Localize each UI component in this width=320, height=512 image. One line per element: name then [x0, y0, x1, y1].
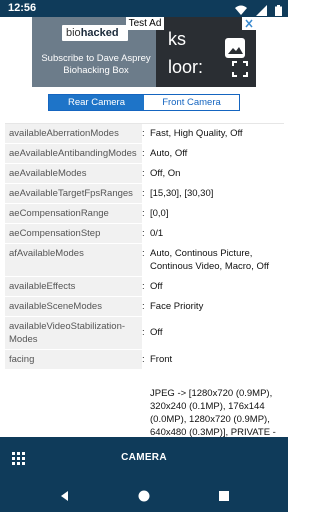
property-value: Fast, High Quality, Off: [150, 128, 243, 139]
property-key: availableAberrationModes: [5, 124, 142, 143]
ad-banner[interactable]: biohacked Subscribe to Dave Asprey Bioha…: [32, 17, 256, 87]
system-nav-bar: [0, 481, 288, 512]
property-value: Face Priority: [150, 301, 204, 312]
battery-icon: [275, 3, 282, 21]
recents-icon[interactable]: [217, 489, 231, 503]
bottom-title: CAMERA: [121, 452, 167, 463]
status-time: 12:56: [8, 2, 37, 14]
property-value: Off, On: [150, 168, 181, 179]
properties-table: availableAberrationModes : Fast, High Qu…: [5, 123, 284, 469]
property-value: Front: [150, 354, 173, 365]
property-value: Auto, Continous Picture, Continous Video…: [150, 248, 269, 272]
property-value: Off: [150, 327, 163, 338]
ad-text: Subscribe to Dave Asprey Biohacking Box: [41, 53, 151, 76]
table-row: aeCompensationRange : [0,0]: [5, 204, 284, 224]
ad-headline: ks loor:: [168, 29, 204, 77]
signal-icon: [255, 3, 267, 21]
back-icon[interactable]: [58, 489, 72, 503]
status-icons: [231, 3, 282, 16]
property-value: [15,30], [30,30]: [150, 188, 214, 199]
image-icon: [224, 37, 246, 59]
status-bar: 12:56: [0, 0, 288, 17]
property-key: availableVideoStabilization-Modes: [5, 317, 142, 349]
bottom-app-bar: CAMERA: [0, 437, 288, 481]
property-value: Off: [150, 281, 163, 292]
table-row: availableAberrationModes : Fast, High Qu…: [5, 124, 284, 144]
table-row: availableVideoStabilization-Modes : Off: [5, 317, 284, 350]
table-row: aeAvailableTargetFpsRanges : [15,30], [3…: [5, 184, 284, 204]
home-icon[interactable]: [137, 489, 151, 503]
table-row: aeCompensationStep : 0/1: [5, 224, 284, 244]
table-row: availableEffects : Off: [5, 277, 284, 297]
property-key: facing: [5, 350, 142, 369]
ad-logo-suffix: hacked: [80, 27, 119, 39]
property-key: aeAvailableTargetFpsRanges: [5, 184, 142, 203]
ad-tag: Test Ad: [126, 17, 164, 30]
property-value: Auto, Off: [150, 148, 188, 159]
table-row: aeAvailableAntibandingModes : Auto, Off: [5, 144, 284, 164]
table-row: facing : Front: [5, 350, 284, 370]
ad-logo: biohacked: [62, 25, 128, 41]
property-key: afAvailableModes: [5, 244, 142, 276]
tab-rear-camera[interactable]: Rear Camera: [49, 95, 144, 110]
table-row: availableSceneModes : Face Priority: [5, 297, 284, 317]
property-key: aeCompensationRange: [5, 204, 142, 223]
tab-front-camera[interactable]: Front Camera: [144, 95, 239, 110]
table-row: afAvailableModes : Auto, Continous Pictu…: [5, 244, 284, 277]
table-row: aeAvailableModes : Off, On: [5, 164, 284, 184]
property-key: aeAvailableModes: [5, 164, 142, 183]
property-key: aeCompensationStep: [5, 224, 142, 243]
property-key: availableSceneModes: [5, 297, 142, 316]
property-key: aeAvailableAntibandingModes: [5, 144, 142, 163]
ad-logo-prefix: bio: [66, 27, 81, 39]
fullscreen-icon[interactable]: [232, 61, 248, 77]
property-value: [0,0]: [150, 208, 169, 219]
property-value: 0/1: [150, 228, 164, 239]
property-key: availableEffects: [5, 277, 142, 296]
ad-close-icon[interactable]: [242, 17, 256, 30]
camera-selector: Rear Camera Front Camera: [48, 94, 240, 111]
